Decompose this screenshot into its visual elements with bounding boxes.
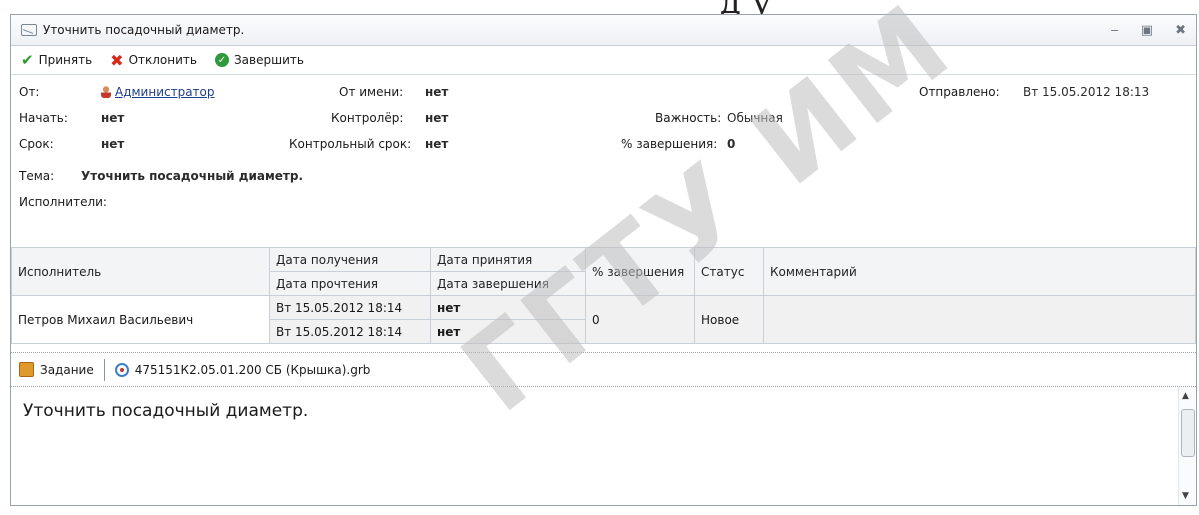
executor-cell: Петров Михаил Васильевич [11,295,270,344]
sent-label: Отправлено: [919,85,1000,99]
scroll-thumb[interactable] [1181,409,1195,457]
tab-task[interactable]: Задание [19,362,94,377]
comment-cell [763,295,1196,344]
accepted-cell: нет [430,295,586,320]
col-executor[interactable]: Исполнитель [11,247,270,296]
read-cell: Вт 15.05.2012 18:14 [269,319,431,344]
grb-file-icon [114,362,129,377]
completion-label: % завершения: [621,137,718,151]
controller-label: Контролёр: [331,111,404,125]
attachment-tabs: Задание 475151К2.05.01.200 СБ (Крышка).g… [11,353,1196,387]
controller-value: нет [425,111,449,125]
deadline-value: нет [101,137,125,151]
control-deadline-value: нет [425,137,449,151]
subject-value: Уточнить посадочный диаметр. [81,169,304,183]
window-title: Уточнить посадочный диаметр. [43,23,245,37]
minimize-icon[interactable]: ‒ [1111,23,1119,38]
user-icon [101,86,111,98]
on-behalf-value: нет [425,85,449,99]
vertical-scrollbar[interactable]: ▲ ▼ [1178,387,1196,505]
completion-value: 0 [727,137,736,151]
envelope-icon [21,24,37,36]
executors-label: Исполнители: [19,195,107,209]
task-window: Уточнить посадочный диаметр. ‒ ▣ ✖ ✔ При… [10,14,1197,506]
completed-cell: нет [430,319,586,344]
tab-file-label: 475151К2.05.01.200 СБ (Крышка).grb [134,362,371,377]
close-icon[interactable]: ✖ [1175,23,1186,38]
col-received[interactable]: Дата получения [269,247,431,272]
tab-file[interactable]: 475151К2.05.01.200 СБ (Крышка).grb [114,362,371,377]
col-status[interactable]: Статус [694,247,764,296]
title-bar: Уточнить посадочный диаметр. ‒ ▣ ✖ [11,15,1196,46]
finish-button[interactable]: ✓ Завершить [214,53,304,67]
col-completed[interactable]: Дата завершения [430,271,586,296]
scroll-down-icon[interactable]: ▼ [1182,491,1189,501]
scroll-up-icon[interactable]: ▲ [1182,391,1189,401]
col-comment[interactable]: Комментарий [763,247,1196,296]
accept-label: Принять [38,53,93,67]
start-value: нет [101,111,125,125]
executors-table: Исполнитель Дата получения Дата принятия… [11,247,1196,344]
on-behalf-label: От имени: [339,85,404,99]
task-info-panel: От: Администратор От имени: нет Отправле… [11,75,1196,245]
col-read[interactable]: Дата прочтения [269,271,431,296]
control-deadline-label: Контрольный срок: [289,137,412,151]
status-cell: Новое [694,295,764,344]
decline-label: Отклонить [128,53,197,67]
tab-task-label: Задание [40,362,94,377]
task-body-text[interactable]: Уточнить посадочный диаметр. [11,387,1196,505]
tab-divider [103,358,105,381]
importance-value: Обычная [727,111,783,125]
complete-icon: ✓ [214,53,229,67]
importance-label: Важность: [655,111,722,125]
finish-label: Завершить [233,53,304,67]
start-label: Начать: [19,111,68,125]
toolbar: ✔ Принять ✖ Отклонить ✓ Завершить [11,46,1196,75]
completion-cell: 0 [585,295,695,344]
checkmark-icon: ✔ [21,51,34,69]
sent-value: Вт 15.05.2012 18:13 [1023,85,1150,99]
maximize-icon[interactable]: ▣ [1141,23,1153,38]
col-completion[interactable]: % завершения [585,247,695,296]
cross-icon: ✖ [110,50,124,70]
task-icon [19,362,34,377]
deadline-label: Срок: [19,137,54,151]
accept-button[interactable]: ✔ Принять [21,51,92,69]
subject-label: Тема: [19,169,55,183]
col-accepted[interactable]: Дата принятия [430,247,586,272]
received-cell: Вт 15.05.2012 18:14 [269,295,431,320]
decline-button[interactable]: ✖ Отклонить [110,51,197,70]
from-label: От: [19,85,40,99]
table-row[interactable]: Петров Михаил Васильевич Вт 15.05.2012 1… [11,295,1196,344]
from-link[interactable]: Администратор [115,85,215,99]
